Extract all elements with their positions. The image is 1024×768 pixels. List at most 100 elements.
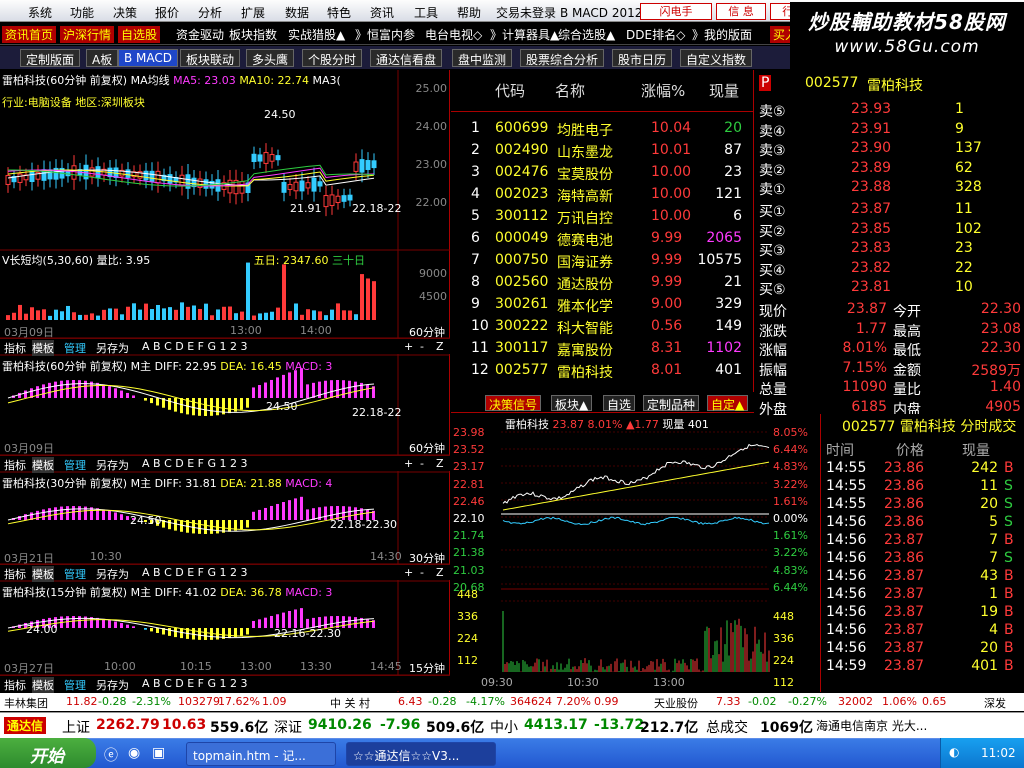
stat-row[interactable]: 现价 23.87 今开 22.30 (755, 300, 1024, 320)
preset-keys[interactable]: A B C D E F G 1 2 3 (142, 457, 248, 470)
trade-row[interactable]: 14:55 23.86 242 B (822, 460, 1024, 478)
menu-quote[interactable]: 报价 (155, 4, 179, 21)
nav-sector-index[interactable]: 板块指数 (229, 26, 277, 43)
col-name[interactable]: 名称 (555, 80, 585, 101)
bid-row[interactable]: 买① 23.87 11 (755, 200, 1024, 220)
tab-sector[interactable]: 板块▲ (551, 395, 593, 412)
table-row[interactable]: 6 000049 德赛电池 9.99 2065 (451, 228, 754, 250)
nav-capital-drive[interactable]: 资金驱动 (176, 26, 224, 43)
menu-special[interactable]: 特色 (327, 4, 351, 21)
indicator-button[interactable]: 指标 (4, 340, 26, 356)
menu-system[interactable]: 系统 (28, 4, 52, 21)
z-button[interactable]: Z (436, 566, 444, 579)
trade-row[interactable]: 14:56 23.86 5 S (822, 514, 1024, 532)
ie-icon[interactable]: ⓔ (104, 745, 118, 765)
tab-sector-link[interactable]: 板块联动 (180, 49, 241, 67)
preset-keys[interactable]: A B C D E F G 1 2 3 (142, 677, 248, 690)
z-button[interactable]: Z (436, 340, 444, 353)
stat-row[interactable]: 涨跌 1.77 最高 23.08 (755, 320, 1024, 340)
nav-calculator[interactable]: 》计算器具▲ (490, 26, 559, 43)
volume-icon[interactable]: ◐ (949, 745, 959, 759)
tab-intraday[interactable]: 个股分时 (302, 49, 363, 67)
desktop-icon[interactable]: ▣ (152, 745, 165, 761)
menu-analysis[interactable]: 分析 (198, 4, 222, 21)
trade-row[interactable]: 14:56 23.87 19 B (822, 604, 1024, 622)
table-row[interactable]: 12 002577 雷柏科技 8.01 401 (451, 360, 754, 382)
ask-row[interactable]: 卖③ 23.90 137 (755, 139, 1024, 159)
manage-button[interactable]: 管理 (64, 566, 86, 582)
menu-decision[interactable]: 决策 (113, 4, 137, 21)
ask-row[interactable]: 卖⑤ 23.93 1 (755, 100, 1024, 120)
table-row[interactable]: 2 002490 山东墨龙 10.01 87 (451, 140, 754, 162)
zoom-in-button[interactable]: + (404, 340, 413, 353)
tab-tdx-view[interactable]: 通达信看盘 (370, 49, 443, 67)
trade-row[interactable]: 14:56 23.87 1 B (822, 586, 1024, 604)
nav-insider[interactable]: 》恒富内参 (355, 26, 415, 43)
template-button[interactable]: 模板 (32, 677, 54, 693)
manage-button[interactable]: 管理 (64, 677, 86, 693)
clock[interactable]: 11:02 (981, 746, 1016, 760)
nav-my-layout[interactable]: 》我的版面 (692, 26, 752, 43)
table-row[interactable]: 5 300112 万讯自控 10.00 6 (451, 206, 754, 228)
manage-button[interactable]: 管理 (64, 457, 86, 473)
stat-row[interactable]: 振幅 7.15% 金额 2589万 (755, 359, 1024, 379)
tab-a-board[interactable]: A板 (86, 49, 119, 67)
template-button[interactable]: 模板 (32, 566, 54, 582)
col-code[interactable]: 代码 (495, 80, 525, 101)
nav-news-home[interactable]: 资讯首页 (2, 26, 57, 43)
trade-row[interactable]: 14:59 23.87 401 B (822, 658, 1024, 676)
broker-label[interactable]: 海通电信南京 光大... (816, 717, 927, 734)
stat-row[interactable]: 总量 11090 量比 1.40 (755, 378, 1024, 398)
bid-row[interactable]: 买⑤ 23.81 10 (755, 278, 1024, 298)
preset-keys[interactable]: A B C D E F G 1 2 3 (142, 340, 248, 353)
zoom-out-button[interactable]: - (420, 566, 424, 579)
bid-row[interactable]: 买③ 23.83 23 (755, 239, 1024, 259)
tab-decision-signal[interactable]: 决策信号 (485, 395, 542, 412)
menu-extend[interactable]: 扩展 (241, 4, 265, 21)
ask-row[interactable]: 卖④ 23.91 9 (755, 120, 1024, 140)
trade-row[interactable]: 14:56 23.87 43 B (822, 568, 1024, 586)
trade-row[interactable]: 14:56 23.86 7 S (822, 550, 1024, 568)
zoom-out-button[interactable]: - (420, 457, 424, 470)
zoom-in-button[interactable]: + (404, 566, 413, 579)
table-row[interactable]: 10 300222 科大智能 0.56 149 (451, 316, 754, 338)
trade-row[interactable]: 14:56 23.87 4 B (822, 622, 1024, 640)
ask-row[interactable]: 卖② 23.89 62 (755, 159, 1024, 179)
media-icon[interactable]: ◉ (128, 745, 140, 761)
save-as-button[interactable]: 另存为 (96, 340, 129, 356)
table-row[interactable]: 8 002560 通达股份 9.99 21 (451, 272, 754, 294)
bid-row[interactable]: 买④ 23.82 22 (755, 259, 1024, 279)
trade-row[interactable]: 14:56 23.87 7 B (822, 532, 1024, 550)
tab-b-macd[interactable]: B MACD (118, 49, 179, 67)
trade-row[interactable]: 14:55 23.86 11 S (822, 478, 1024, 496)
info-button[interactable]: 信 息 (716, 3, 766, 20)
save-as-button[interactable]: 另存为 (96, 566, 129, 582)
trade-row[interactable]: 14:56 23.87 20 B (822, 640, 1024, 658)
tab-custom[interactable]: 定制版面 (20, 49, 81, 67)
start-button[interactable]: 开始 (0, 738, 96, 768)
nav-stock-hunt[interactable]: 实战猎股▲ (288, 26, 345, 43)
z-button[interactable]: Z (436, 457, 444, 470)
table-row[interactable]: 4 002023 海特高新 10.00 121 (451, 184, 754, 206)
col-volume[interactable]: 现量 (709, 80, 739, 101)
task-tdx[interactable]: ☆☆通达信☆☆V3... (346, 742, 496, 766)
tab-stock-analysis[interactable]: 股票综合分析 (520, 49, 605, 67)
tab-monitor[interactable]: 盘中监测 (452, 49, 513, 67)
task-notepad[interactable]: topmain.htm - 记... (186, 742, 336, 766)
table-row[interactable]: 3 002476 宝莫股份 10.00 23 (451, 162, 754, 184)
ask-row[interactable]: 卖① 23.88 328 (755, 178, 1024, 198)
menu-help[interactable]: 帮助 (457, 4, 481, 21)
tab-custom-product[interactable]: 定制品种 (643, 395, 700, 412)
table-row[interactable]: 1 600699 均胜电子 10.04 20 (451, 118, 754, 140)
indicator-button[interactable]: 指标 (4, 457, 26, 473)
save-as-button[interactable]: 另存为 (96, 677, 129, 693)
stat-row[interactable]: 涨幅 8.01% 最低 22.30 (755, 339, 1024, 359)
col-change[interactable]: 涨幅% (641, 80, 685, 101)
template-button[interactable]: 模板 (32, 457, 54, 473)
tab-watch[interactable]: 自选 (603, 395, 636, 412)
tab-bull-eagle[interactable]: 多头鹰 (246, 49, 295, 67)
nav-tv[interactable]: 电台电视◇ (425, 26, 482, 43)
trade-row[interactable]: 14:55 23.86 20 S (822, 496, 1024, 514)
table-row[interactable]: 7 000750 国海证券 9.99 10575 (451, 250, 754, 272)
nav-market[interactable]: 沪深行情 (60, 26, 115, 43)
